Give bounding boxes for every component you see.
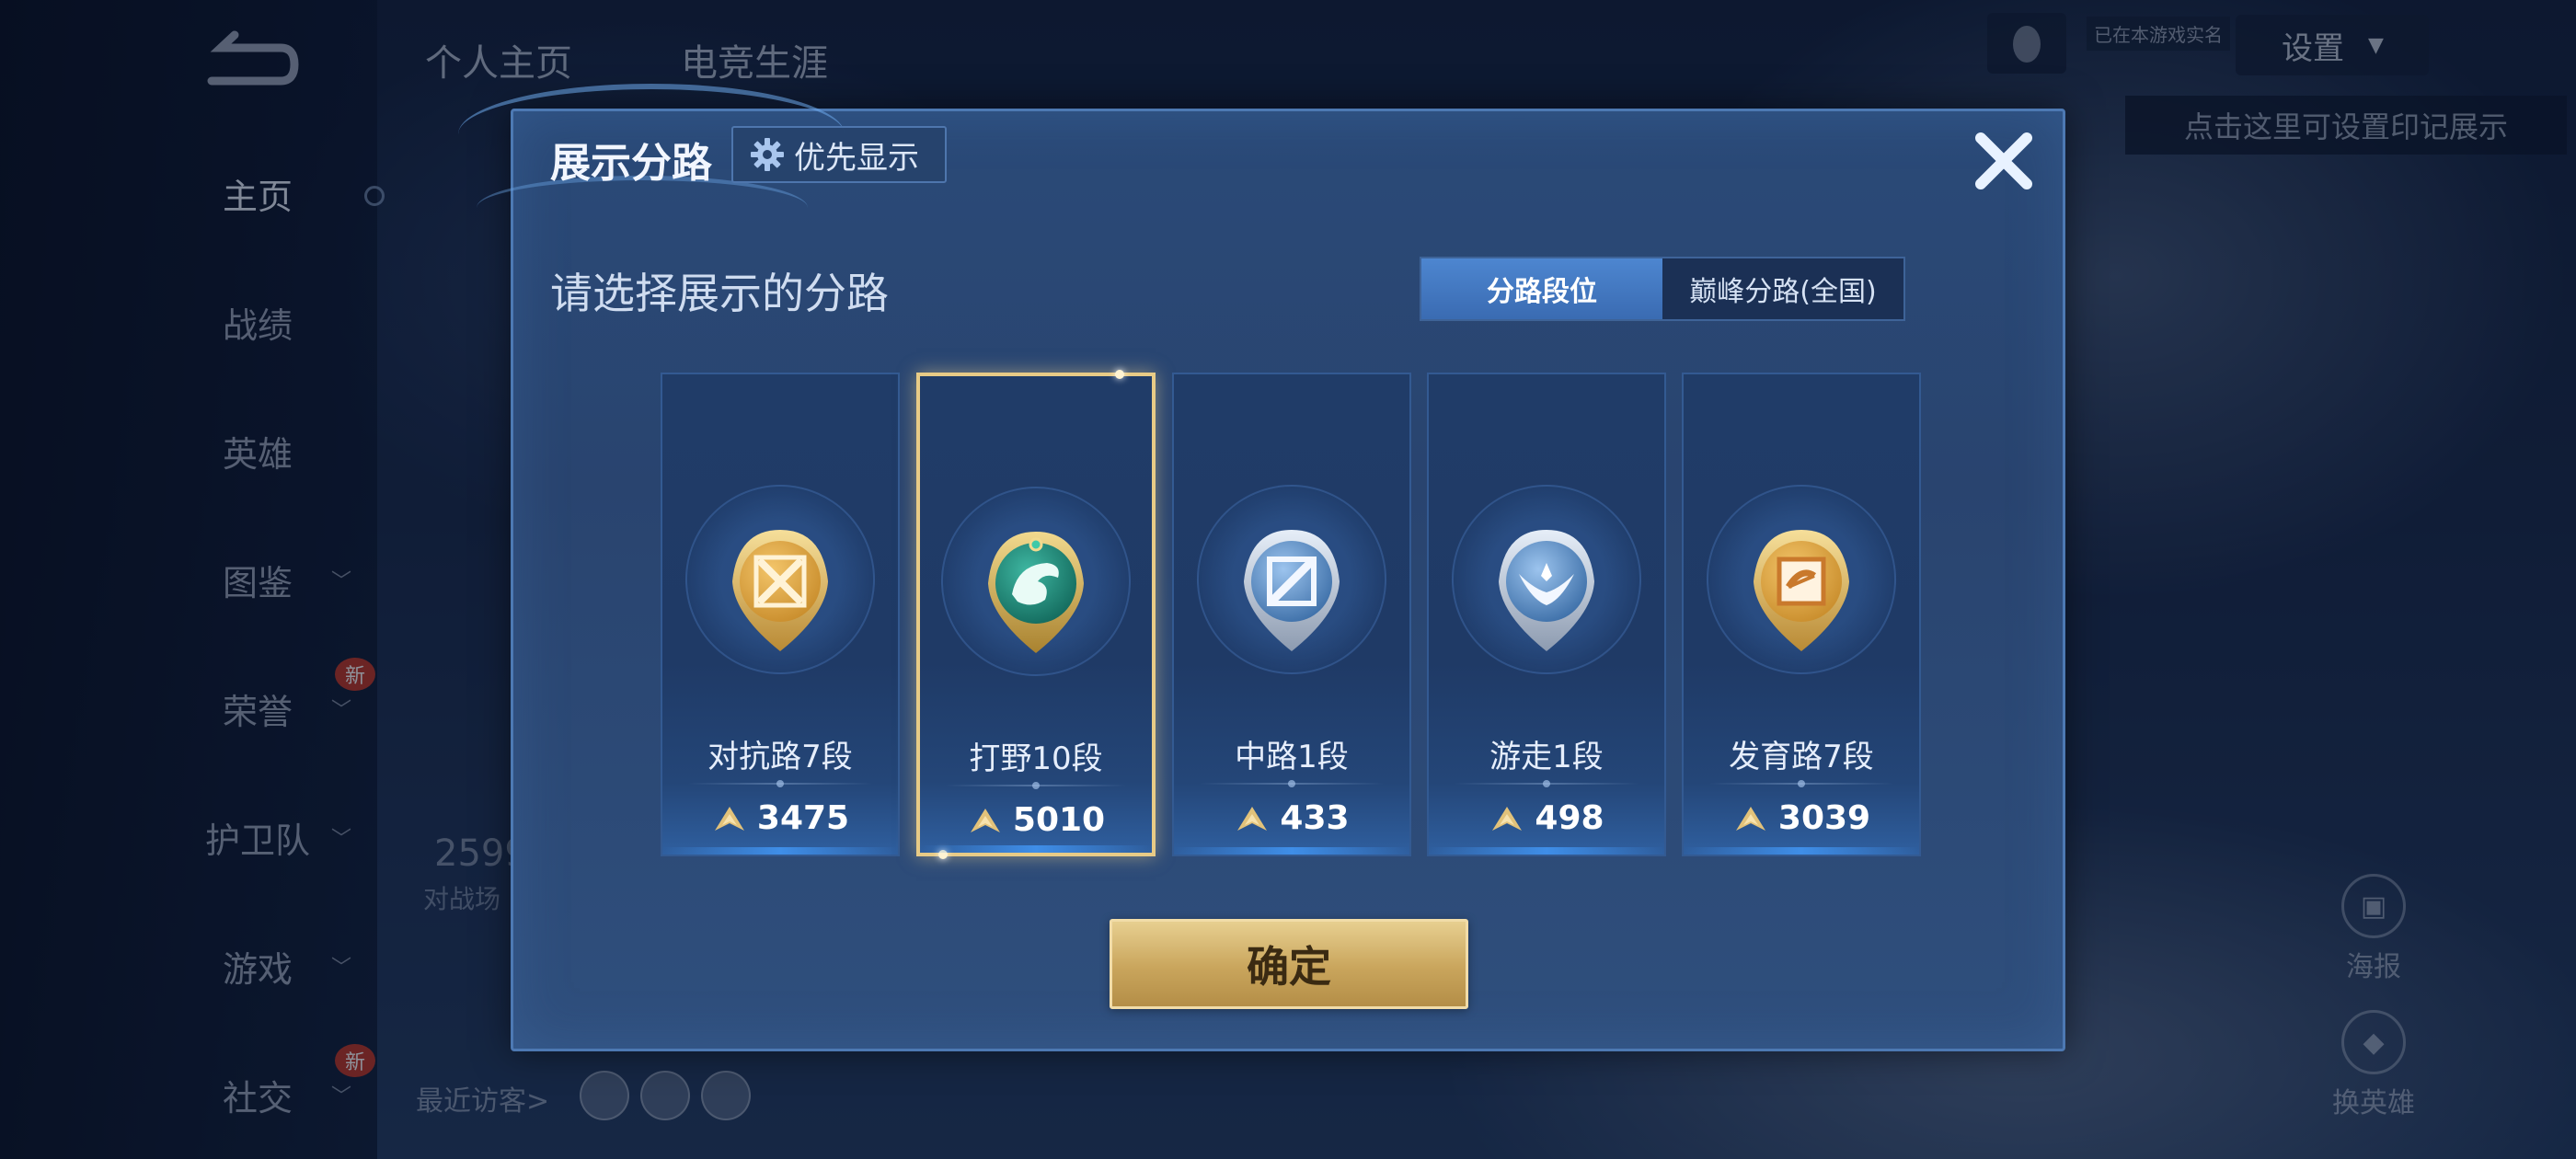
mid-lane-emblem-icon <box>1236 526 1347 655</box>
dialog-title: 展示分路 <box>550 140 712 187</box>
farm-lane-emblem-icon <box>1746 526 1857 655</box>
clash-lane-emblem-icon <box>725 526 835 655</box>
tab-peak-lane-national[interactable]: 巅峰分路(全国) <box>1662 258 1903 319</box>
card-divider <box>688 780 872 787</box>
rank-points-icon <box>1492 806 1523 831</box>
jungle-emblem-icon <box>981 528 1091 657</box>
lane-rank-label: 游走1段 <box>1489 739 1604 775</box>
confirm-button[interactable]: 确定 <box>1110 919 1468 1009</box>
lane-rank-label: 打野10段 <box>969 740 1103 777</box>
lane-score-value: 498 <box>1535 799 1604 837</box>
priority-display-button[interactable]: 优先显示 <box>731 126 947 183</box>
lane-score: 498 <box>1429 799 1664 837</box>
lane-score: 433 <box>1174 799 1409 837</box>
close-button[interactable] <box>1967 124 2041 198</box>
card-divider <box>946 782 1126 789</box>
rank-points-icon <box>1237 806 1268 831</box>
lane-score-value: 3475 <box>756 799 850 837</box>
card-divider <box>1709 780 1893 787</box>
lane-rank-label: 对抗路7段 <box>707 739 853 775</box>
rank-points-icon <box>970 808 1000 832</box>
lane-card[interactable]: 游走1段 498 <box>1427 373 1666 856</box>
close-icon <box>1975 132 2032 189</box>
selection-sparkle <box>1115 370 1124 379</box>
card-divider <box>1455 780 1639 787</box>
card-divider <box>1200 780 1384 787</box>
rank-points-icon <box>714 806 744 831</box>
lane-card[interactable]: 打野10段 5010 <box>916 370 1156 859</box>
lane-card[interactable]: 发育路7段 3039 <box>1682 373 1921 856</box>
lane-score: 3475 <box>662 799 898 837</box>
tab-lane-rank[interactable]: 分路段位 <box>1421 258 1662 319</box>
lane-score: 5010 <box>920 801 1152 839</box>
lane-score: 3039 <box>1684 799 1919 837</box>
lane-score-value: 5010 <box>1012 801 1106 839</box>
lane-rank-label: 中路1段 <box>1235 739 1349 775</box>
lane-card[interactable]: 中路1段 433 <box>1172 373 1411 856</box>
dialog-subtitle: 请选择展示的分路 <box>550 269 889 318</box>
lane-card[interactable]: 对抗路7段 3475 <box>661 373 900 856</box>
lane-card-list: 对抗路7段 3475 打野10段 5010 中路1段 433 游走1段 498 <box>661 370 1949 859</box>
priority-display-label: 优先显示 <box>794 139 919 177</box>
lane-score-value: 3039 <box>1777 799 1871 837</box>
lane-rank-label: 发育路7段 <box>1729 739 1874 775</box>
roam-emblem-icon <box>1491 526 1602 655</box>
gear-icon <box>751 138 784 171</box>
lane-score-value: 433 <box>1280 799 1350 837</box>
mode-segmented-control: 分路段位 巅峰分路(全国) <box>1420 257 1905 321</box>
selection-sparkle <box>938 850 948 859</box>
lane-display-dialog: 展示分路 优先显示 请选择展示的分路 分路段位 巅峰分路(全国) 对抗路7段 3… <box>458 84 2065 1051</box>
rank-points-icon <box>1735 806 1765 831</box>
